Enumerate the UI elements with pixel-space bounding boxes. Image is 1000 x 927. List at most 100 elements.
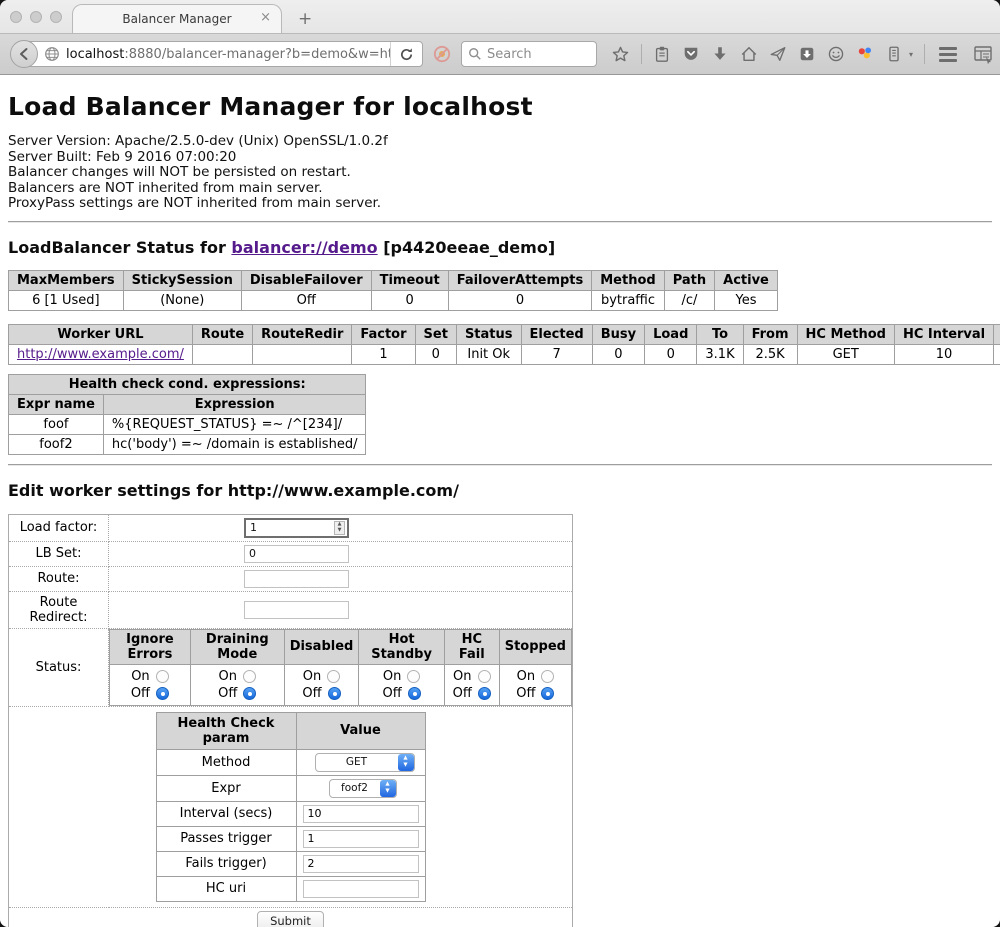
search-input[interactable] <box>487 47 587 62</box>
home-icon[interactable] <box>740 45 758 63</box>
submit-button[interactable]: Submit <box>257 911 324 927</box>
url-text[interactable]: localhost:8880/balancer-manager?b=demo&w… <box>66 47 390 62</box>
new-tab-button[interactable]: + <box>298 11 312 28</box>
passes-trigger-input[interactable] <box>303 830 419 848</box>
close-window-button[interactable] <box>10 11 22 23</box>
column-header: To <box>697 324 743 344</box>
status-column-header: Stopped <box>499 629 571 664</box>
on-radio-stopped[interactable] <box>541 670 554 683</box>
on-radio-draining-mode[interactable] <box>243 670 256 683</box>
radio-label: Off <box>382 686 401 701</box>
worker-cell: 3.1K <box>697 344 743 364</box>
on-radio-hot-standby[interactable] <box>407 670 420 683</box>
select-stepper-icon: ▲▼ <box>398 754 414 771</box>
tab-bar: Balancer Manager × + <box>0 0 1000 34</box>
form-row: Route: <box>9 566 573 591</box>
back-button[interactable] <box>10 40 38 68</box>
balancer-cell: 0 <box>371 290 448 310</box>
status-column-header: Ignore Errors <box>110 629 191 664</box>
status-radio-cell: OnOff <box>284 664 359 705</box>
radio-label: On <box>453 669 471 684</box>
column-header: StickySession <box>123 270 241 290</box>
lb-set-input[interactable] <box>244 545 349 563</box>
column-header: HC Method <box>797 324 894 344</box>
route-redirect-input[interactable] <box>244 601 349 619</box>
pocket-icon[interactable] <box>682 45 700 63</box>
form-label: LB Set: <box>9 541 109 566</box>
hc-param-label: Interval (secs) <box>156 801 296 826</box>
close-tab-icon[interactable]: × <box>260 11 271 24</box>
on-radio-disabled[interactable] <box>327 670 340 683</box>
form-label: Route Redirect: <box>9 591 109 628</box>
colored-dots-extension-icon[interactable] <box>856 45 874 63</box>
minimize-window-button[interactable] <box>30 11 42 23</box>
off-radio-hot-standby[interactable] <box>408 687 421 700</box>
select-stepper-icon: ▲▼ <box>380 780 396 797</box>
status-column-header: Hot Standby <box>359 629 445 664</box>
divider <box>8 221 992 223</box>
on-radio-hc-fail[interactable] <box>478 670 491 683</box>
menu-button[interactable] <box>939 47 957 62</box>
balancer-cell: 6 [1 Used] <box>9 290 124 310</box>
column-header: Factor <box>352 324 415 344</box>
worker-url-link[interactable]: http://www.example.com/ <box>17 347 184 362</box>
column-header: FailoverAttempts <box>448 270 592 290</box>
off-radio-stopped[interactable] <box>541 687 554 700</box>
content-blocked-icon[interactable] <box>433 45 451 63</box>
off-radio-disabled[interactable] <box>328 687 341 700</box>
reload-icon <box>399 47 414 62</box>
server-info: Server Version: Apache/2.5.0-dev (Unix) … <box>8 134 992 212</box>
hc-uri-input[interactable] <box>303 880 419 898</box>
chevron-down-icon[interactable]: ▾ <box>909 50 913 59</box>
off-radio-ignore-errors[interactable] <box>156 687 169 700</box>
hc-param-label: HC uri <box>156 876 296 901</box>
chat-smiley-icon[interactable] <box>827 45 845 63</box>
send-icon[interactable] <box>769 45 787 63</box>
zoom-window-button[interactable] <box>50 11 62 23</box>
server-info-line: Balancers are NOT inherited from main se… <box>8 181 992 197</box>
form-label: Status: <box>9 628 109 706</box>
balancer-demo-link[interactable]: balancer://demo <box>231 238 377 257</box>
column-header: Value <box>296 712 425 749</box>
search-bar[interactable] <box>461 41 597 67</box>
column-header: HC Interval <box>894 324 993 344</box>
route-input[interactable] <box>244 570 349 588</box>
extension-download-icon[interactable] <box>798 45 816 63</box>
tab-balancer-manager[interactable]: Balancer Manager × <box>72 4 282 33</box>
on-radio-ignore-errors[interactable] <box>156 670 169 683</box>
fails-trigger-input[interactable] <box>303 855 419 873</box>
tab-title: Balancer Manager <box>122 12 231 26</box>
worker-table: Worker URLRouteRouteRedirFactorSetStatus… <box>8 324 1000 365</box>
off-radio-draining-mode[interactable] <box>243 687 256 700</box>
radio-label: On <box>517 669 535 684</box>
number-spinner-icon[interactable]: ▲▼ <box>334 521 345 535</box>
window-controls <box>10 11 62 23</box>
reload-button[interactable] <box>390 42 422 66</box>
expr-row: foof%{REQUEST_STATUS} =~ /^[234]/ <box>9 414 366 434</box>
column-header: Expr name <box>9 394 104 414</box>
column-header: Load <box>645 324 697 344</box>
balancer-cell: Off <box>241 290 371 310</box>
status-column-header: Disabled <box>284 629 359 664</box>
expr-select[interactable]: foof2▲▼ <box>329 779 397 798</box>
interval-secs-input[interactable] <box>303 805 419 823</box>
hc-param-row: HC uri <box>156 876 425 901</box>
off-radio-hc-fail[interactable] <box>478 687 491 700</box>
column-header: Path <box>664 270 714 290</box>
status-radio-cell: OnOff <box>444 664 499 705</box>
clipboard-icon[interactable] <box>653 45 671 63</box>
bookmark-star-icon[interactable] <box>611 45 630 64</box>
toolbar-separator <box>641 44 642 64</box>
tiles-icon[interactable] <box>973 44 993 64</box>
url-bar[interactable]: localhost:8880/balancer-manager?b=demo&w… <box>23 41 423 67</box>
reader-list-icon[interactable] <box>885 45 903 63</box>
download-icon[interactable] <box>711 45 729 63</box>
worker-cell: 1 (0) <box>994 344 1000 364</box>
browser-window: Balancer Manager × + localhost:8880/bala… <box>0 0 1000 927</box>
hc-param-label: Expr <box>156 775 296 801</box>
radio-label: Off <box>218 686 237 701</box>
expr-row: foof2hc('body') =~ /domain is establishe… <box>9 434 366 454</box>
method-select[interactable]: GET▲▼ <box>315 753 415 772</box>
status-radio-cell: OnOff <box>190 664 284 705</box>
worker-cell: Init Ok <box>456 344 521 364</box>
